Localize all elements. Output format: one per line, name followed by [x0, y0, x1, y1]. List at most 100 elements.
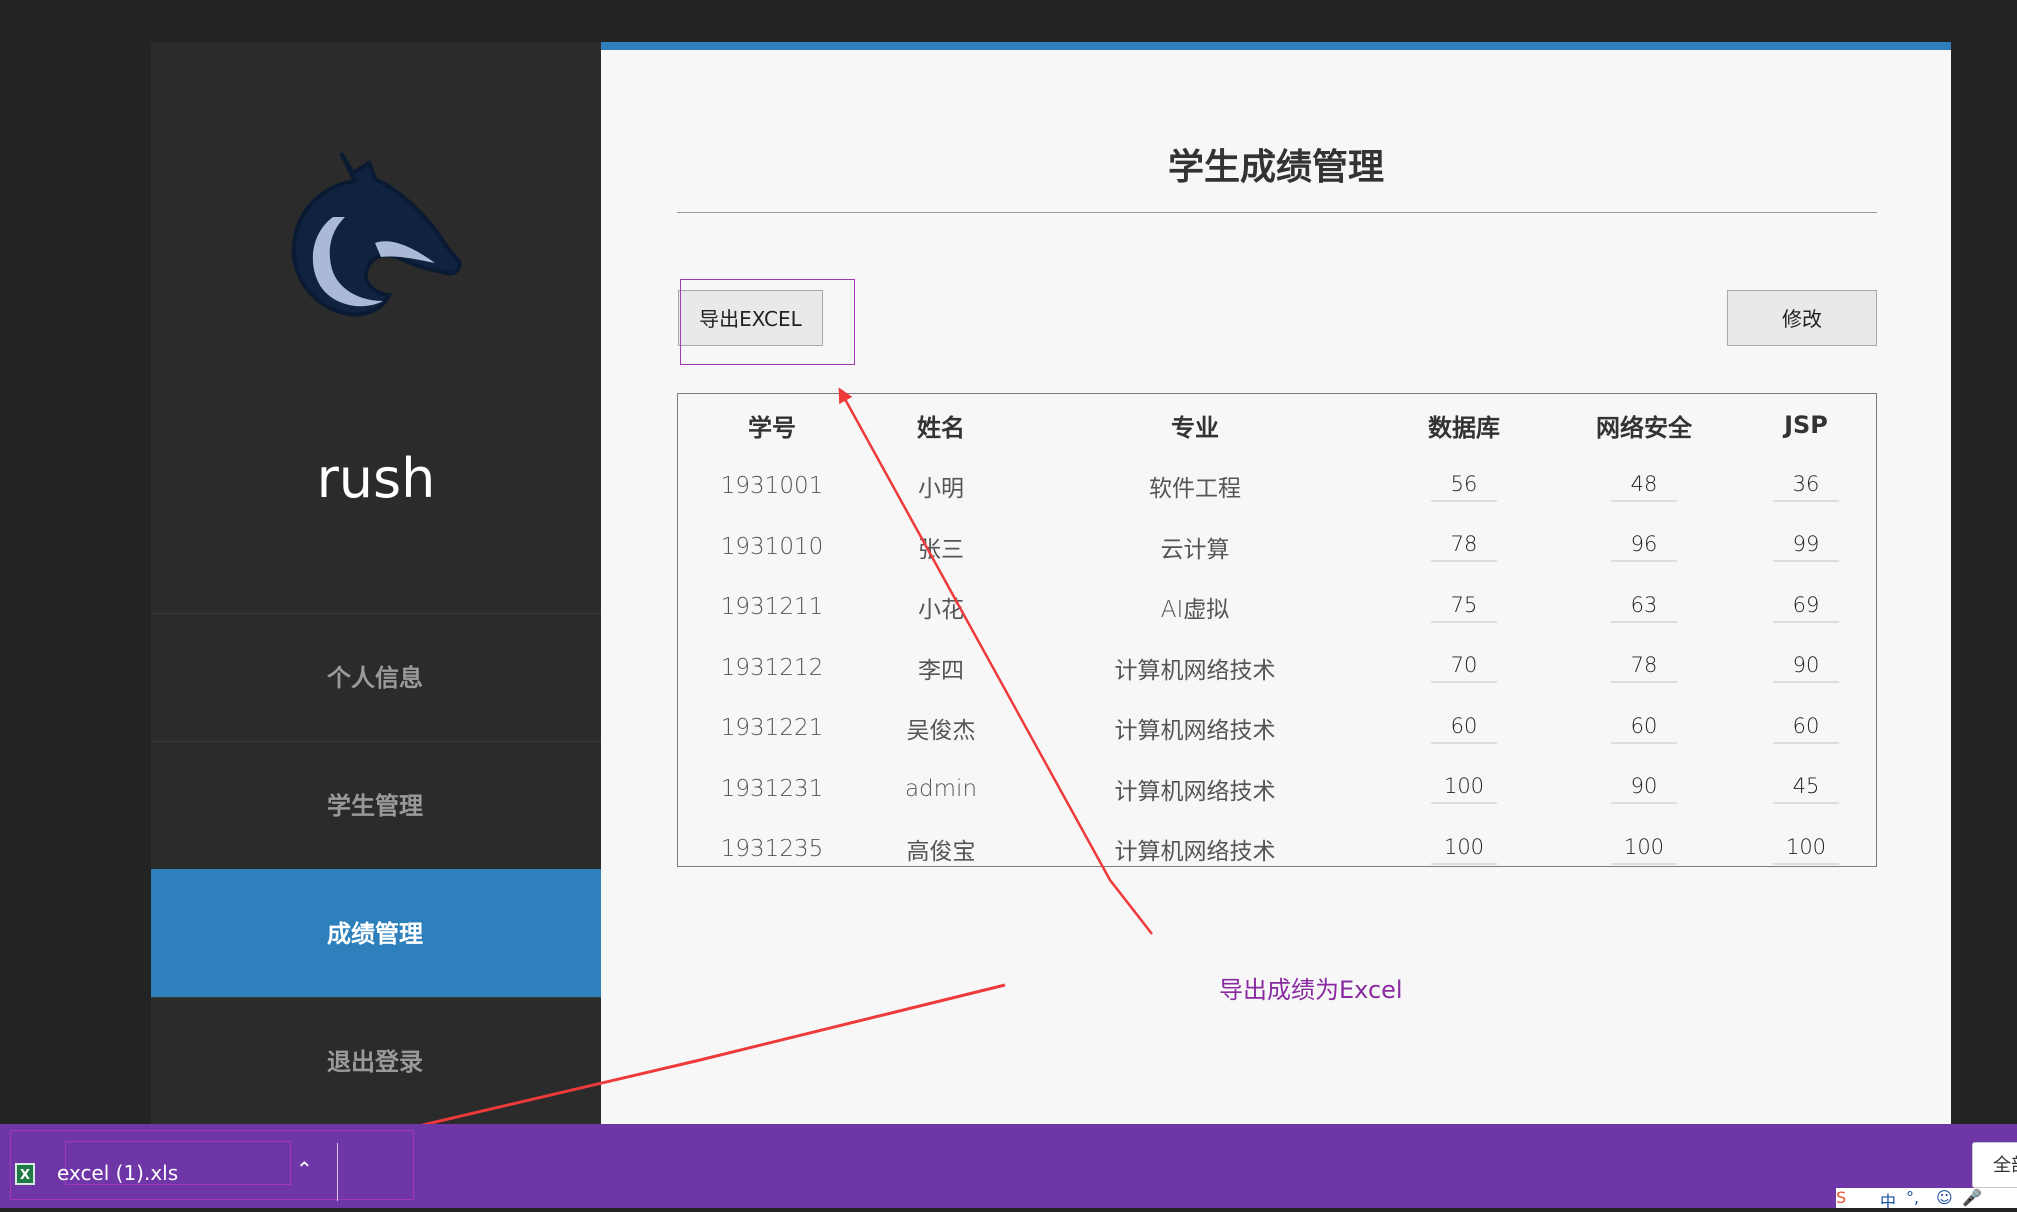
- cell-network-security-score: 96: [1554, 517, 1734, 578]
- cell-jsp-score: 99: [1734, 517, 1878, 578]
- cell-major: AI虚拟: [1160, 597, 1230, 624]
- cell-major: 计算机网络技术: [1114, 657, 1276, 684]
- cell-student-id: 1931212: [720, 654, 824, 681]
- column-header-name: 姓名: [917, 413, 965, 442]
- cell-database-score: 100: [1374, 759, 1554, 820]
- sidebar-item-label: 成绩管理: [327, 920, 423, 948]
- download-divider: [337, 1143, 338, 1201]
- score-field[interactable]: 90: [1611, 774, 1677, 805]
- cell-student-id: 1931001: [720, 473, 824, 500]
- score-field[interactable]: 60: [1611, 714, 1677, 744]
- cell-network-security-score: 48: [1554, 456, 1734, 517]
- main-content: 学生成绩管理 导出EXCEL 修改 学号 姓名 专业 数据库 网络安全 JSP …: [601, 42, 1951, 1124]
- score-field[interactable]: 75: [1431, 593, 1497, 623]
- column-header-database: 数据库: [1428, 413, 1500, 442]
- sidebar-item-grade-management[interactable]: 成绩管理: [151, 869, 601, 997]
- score-field[interactable]: 60: [1773, 714, 1839, 744]
- score-field[interactable]: 100: [1773, 835, 1839, 865]
- table-row: 1931221 吴俊杰 计算机网络技术 60 60 60: [678, 698, 1878, 759]
- score-field[interactable]: 56: [1431, 472, 1497, 502]
- title-divider: [677, 212, 1877, 213]
- emoji-icon[interactable]: ☺: [1936, 1188, 1953, 1207]
- score-field[interactable]: 96: [1611, 532, 1677, 563]
- cell-database-score: 100: [1374, 819, 1554, 880]
- cell-network-security-score: 78: [1554, 638, 1734, 699]
- cell-student-id: 1931221: [720, 715, 824, 742]
- cell-name: 张三: [918, 536, 964, 563]
- punctuation-icon[interactable]: °,: [1906, 1188, 1919, 1207]
- download-file-name[interactable]: excel (1).xls: [57, 1161, 178, 1185]
- horse-logo-icon: [291, 151, 462, 317]
- column-header-jsp: JSP: [1784, 411, 1828, 439]
- sidebar-nav: 个人信息 学生管理 成绩管理 退出登录: [151, 613, 601, 1125]
- table-header-row: 学号 姓名 专业 数据库 网络安全 JSP: [678, 394, 1878, 456]
- table-row: 1931231 admin 计算机网络技术 100 90 45: [678, 759, 1878, 820]
- cell-name: 李四: [918, 657, 964, 684]
- score-field[interactable]: 100: [1611, 835, 1677, 865]
- cell-jsp-score: 90: [1734, 638, 1878, 699]
- show-all-downloads-button[interactable]: 全部: [1972, 1142, 2017, 1188]
- sidebar-item-logout[interactable]: 退出登录: [151, 997, 601, 1125]
- grades-table: 学号 姓名 专业 数据库 网络安全 JSP 1931001 小明 软件工程 56: [677, 393, 1877, 867]
- cell-major: 云计算: [1160, 536, 1230, 563]
- cell-name: 高俊宝: [906, 839, 976, 866]
- cell-student-id: 1931211: [720, 594, 824, 621]
- annotation-label: 导出成绩为Excel: [1219, 976, 1403, 1004]
- cell-major: 计算机网络技术: [1114, 718, 1276, 745]
- score-field[interactable]: 100: [1431, 835, 1497, 865]
- cell-major: 计算机网络技术: [1114, 839, 1276, 866]
- score-field[interactable]: 63: [1611, 593, 1677, 623]
- score-field[interactable]: 36: [1773, 472, 1839, 502]
- column-header-network-security: 网络安全: [1596, 413, 1692, 442]
- score-field[interactable]: 78: [1611, 653, 1677, 684]
- cell-network-security-score: 90: [1554, 759, 1734, 820]
- cell-network-security-score: 60: [1554, 698, 1734, 759]
- table-row: 1931235 高俊宝 计算机网络技术 100 100 100: [678, 819, 1878, 880]
- score-field[interactable]: 100: [1431, 774, 1497, 805]
- excel-file-icon: X: [15, 1163, 35, 1185]
- cell-name: 小明: [918, 476, 964, 503]
- sidebar-item-label: 退出登录: [327, 1048, 423, 1076]
- table-row: 1931211 小花 AI虚拟 75 63 69: [678, 577, 1878, 638]
- score-field[interactable]: 78: [1431, 532, 1497, 563]
- cell-jsp-score: 100: [1734, 819, 1878, 880]
- sidebar: rush 个人信息 学生管理 成绩管理 退出登录: [151, 42, 601, 1124]
- cell-database-score: 56: [1374, 456, 1554, 517]
- sidebar-item-label: 学生管理: [327, 792, 423, 820]
- download-bar: X excel (1).xls ⌃ 全部: [0, 1124, 2017, 1208]
- sogou-ime-icon[interactable]: S: [1836, 1188, 1846, 1207]
- score-field[interactable]: 90: [1773, 653, 1839, 684]
- cell-name: 小花: [918, 597, 964, 624]
- score-field[interactable]: 69: [1773, 593, 1839, 623]
- cell-database-score: 78: [1374, 517, 1554, 578]
- score-field[interactable]: 99: [1773, 532, 1839, 563]
- score-field[interactable]: 45: [1773, 774, 1839, 805]
- cell-student-id: 1931231: [720, 775, 824, 802]
- cell-student-id: 1931235: [720, 836, 824, 863]
- cell-jsp-score: 60: [1734, 698, 1878, 759]
- ime-language-label[interactable]: 中: [1880, 1188, 1896, 1212]
- edit-button[interactable]: 修改: [1727, 290, 1877, 346]
- cell-major: 计算机网络技术: [1114, 778, 1276, 805]
- cell-jsp-score: 45: [1734, 759, 1878, 820]
- sidebar-item-personal-info[interactable]: 个人信息: [151, 613, 601, 741]
- cell-major: 软件工程: [1149, 476, 1241, 503]
- cell-network-security-score: 63: [1554, 577, 1734, 638]
- score-field[interactable]: 48: [1611, 472, 1677, 502]
- cell-student-id: 1931010: [720, 533, 824, 560]
- sidebar-item-student-management[interactable]: 学生管理: [151, 741, 601, 869]
- export-highlight-box: [680, 279, 855, 365]
- cell-jsp-score: 69: [1734, 577, 1878, 638]
- table-row: 1931001 小明 软件工程 56 48 36: [678, 456, 1878, 517]
- cell-name: admin: [904, 775, 978, 802]
- score-field[interactable]: 70: [1431, 653, 1497, 684]
- download-item[interactable]: X excel (1).xls ⌃: [10, 1130, 414, 1201]
- cell-jsp-score: 36: [1734, 456, 1878, 517]
- microphone-icon[interactable]: 🎤: [1962, 1188, 1982, 1207]
- table-row: 1931212 李四 计算机网络技术 70 78 90: [678, 638, 1878, 699]
- brand-name: rush: [316, 447, 436, 510]
- chevron-up-icon[interactable]: ⌃: [296, 1157, 313, 1181]
- app-window: rush 个人信息 学生管理 成绩管理 退出登录 学生成绩管理 导出EXCEL …: [151, 42, 1951, 1124]
- score-field[interactable]: 60: [1431, 714, 1497, 744]
- table-row: 1931010 张三 云计算 78 96 99: [678, 517, 1878, 578]
